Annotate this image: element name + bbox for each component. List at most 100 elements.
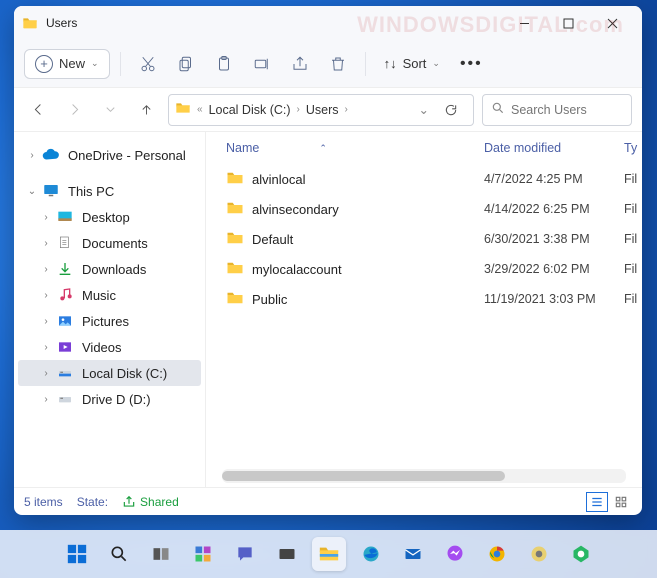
address-bar[interactable]: « Local Disk (C:) › Users › ⌄ bbox=[168, 94, 474, 126]
new-button-label: New bbox=[59, 56, 85, 71]
tree-item-desktop[interactable]: › Desktop bbox=[18, 204, 201, 230]
tree-item-downloads[interactable]: › Downloads bbox=[18, 256, 201, 282]
crumb-segment[interactable]: Local Disk (C:) bbox=[209, 103, 291, 117]
search-input[interactable] bbox=[511, 103, 623, 117]
nav-recent-button[interactable] bbox=[96, 96, 124, 124]
cut-button[interactable] bbox=[131, 47, 165, 81]
nav-up-button[interactable] bbox=[132, 96, 160, 124]
chevron-right-icon[interactable]: › bbox=[40, 212, 52, 223]
chevron-right-icon[interactable]: › bbox=[40, 264, 52, 275]
column-header-name[interactable]: Name ⌃ bbox=[226, 141, 484, 155]
widgets-button[interactable] bbox=[186, 537, 220, 571]
maximize-button[interactable] bbox=[546, 8, 590, 38]
horizontal-scrollbar[interactable] bbox=[222, 469, 626, 483]
row-name: Default bbox=[252, 232, 293, 247]
sort-button[interactable]: ↑↓ Sort ⌄ bbox=[376, 51, 448, 76]
row-date: 3/29/2022 6:02 PM bbox=[484, 262, 624, 276]
more-button[interactable]: ••• bbox=[452, 55, 491, 73]
tree-label: This PC bbox=[68, 184, 114, 199]
chevron-right-icon: › bbox=[345, 104, 348, 115]
app-icon[interactable] bbox=[270, 537, 304, 571]
tree-label: Local Disk (C:) bbox=[82, 366, 167, 381]
table-row[interactable]: Default 6/30/2021 3:38 PM Fil bbox=[206, 224, 642, 254]
desktop-icon bbox=[56, 208, 74, 226]
column-headers: Name ⌃ Date modified Ty bbox=[206, 132, 642, 164]
share-button[interactable] bbox=[283, 47, 317, 81]
chevron-right-icon[interactable]: › bbox=[40, 394, 52, 405]
chat-button[interactable] bbox=[228, 537, 262, 571]
monitor-icon bbox=[42, 182, 60, 200]
status-bar: 5 items State: Shared bbox=[14, 487, 642, 515]
app-icon[interactable] bbox=[522, 537, 556, 571]
navigation-pane: › OneDrive - Personal ⌄ This PC › Deskto… bbox=[14, 132, 206, 487]
copy-button[interactable] bbox=[169, 47, 203, 81]
minimize-button[interactable] bbox=[502, 8, 546, 38]
table-row[interactable]: alvinsecondary 4/14/2022 6:25 PM Fil bbox=[206, 194, 642, 224]
row-name: Public bbox=[252, 292, 287, 307]
icons-view-button[interactable] bbox=[610, 492, 632, 512]
separator bbox=[120, 52, 121, 76]
crumb-segment[interactable]: Users bbox=[306, 103, 339, 117]
tree-item-pictures[interactable]: › Pictures bbox=[18, 308, 201, 334]
tree-item-onedrive[interactable]: › OneDrive - Personal bbox=[18, 142, 201, 168]
chevron-right-icon[interactable]: › bbox=[40, 316, 52, 327]
toolbar: + New ⌄ ↑↓ Sort ⌄ ••• bbox=[14, 40, 642, 88]
chevron-right-icon[interactable]: › bbox=[40, 368, 52, 379]
details-view-button[interactable] bbox=[586, 492, 608, 512]
folder-icon bbox=[226, 199, 244, 220]
chevron-down-icon: ⌄ bbox=[432, 58, 440, 69]
refresh-button[interactable] bbox=[435, 103, 467, 117]
sort-label: Sort bbox=[403, 56, 427, 71]
delete-button[interactable] bbox=[321, 47, 355, 81]
chevron-right-icon[interactable]: › bbox=[40, 238, 52, 249]
start-button[interactable] bbox=[60, 537, 94, 571]
column-header-date[interactable]: Date modified bbox=[484, 141, 624, 155]
plus-icon: + bbox=[35, 55, 53, 73]
column-header-type[interactable]: Ty bbox=[624, 141, 642, 155]
chrome-button[interactable] bbox=[480, 537, 514, 571]
row-name: mylocalaccount bbox=[252, 262, 342, 277]
tree-item-music[interactable]: › Music bbox=[18, 282, 201, 308]
search-button[interactable] bbox=[102, 537, 136, 571]
tree-item-local-disk-c[interactable]: › Local Disk (C:) bbox=[18, 360, 201, 386]
new-button[interactable]: + New ⌄ bbox=[24, 49, 110, 79]
tree-item-thispc[interactable]: ⌄ This PC bbox=[18, 178, 201, 204]
file-explorer-window: Users + New ⌄ ↑↓ Sort ⌄ ••• bbox=[14, 6, 642, 515]
chevron-right-icon[interactable]: › bbox=[40, 342, 52, 353]
paste-button[interactable] bbox=[207, 47, 241, 81]
row-type: Fil bbox=[624, 202, 642, 216]
file-explorer-button[interactable] bbox=[312, 537, 346, 571]
table-row[interactable]: Public 11/19/2021 3:03 PM Fil bbox=[206, 284, 642, 314]
row-name: alvinlocal bbox=[252, 172, 305, 187]
chevron-down-icon[interactable]: ⌄ bbox=[26, 186, 38, 197]
search-box[interactable] bbox=[482, 94, 632, 126]
chevron-right-icon[interactable]: › bbox=[40, 290, 52, 301]
tree-item-videos[interactable]: › Videos bbox=[18, 334, 201, 360]
row-date: 4/7/2022 4:25 PM bbox=[484, 172, 624, 186]
nav-row: « Local Disk (C:) › Users › ⌄ bbox=[14, 88, 642, 132]
task-view-button[interactable] bbox=[144, 537, 178, 571]
table-row[interactable]: alvinlocal 4/7/2022 4:25 PM Fil bbox=[206, 164, 642, 194]
scrollbar-thumb[interactable] bbox=[222, 471, 505, 481]
tree-item-drive-d[interactable]: › Drive D (D:) bbox=[18, 386, 201, 412]
tree-label: OneDrive - Personal bbox=[68, 148, 186, 163]
folder-icon bbox=[226, 259, 244, 280]
rename-button[interactable] bbox=[245, 47, 279, 81]
close-button[interactable] bbox=[590, 8, 634, 38]
table-row[interactable]: mylocalaccount 3/29/2022 6:02 PM Fil bbox=[206, 254, 642, 284]
tree-label: Downloads bbox=[82, 262, 146, 277]
messenger-button[interactable] bbox=[438, 537, 472, 571]
app-icon[interactable] bbox=[564, 537, 598, 571]
nav-back-button[interactable] bbox=[24, 96, 52, 124]
folder-icon bbox=[226, 169, 244, 190]
tree-label: Pictures bbox=[82, 314, 129, 329]
edge-button[interactable] bbox=[354, 537, 388, 571]
chevron-down-icon[interactable]: ⌄ bbox=[419, 102, 429, 117]
row-type: Fil bbox=[624, 172, 642, 186]
tree-label: Drive D (D:) bbox=[82, 392, 151, 407]
chevron-right-icon[interactable]: › bbox=[26, 150, 38, 161]
tree-item-documents[interactable]: › Documents bbox=[18, 230, 201, 256]
mail-button[interactable] bbox=[396, 537, 430, 571]
nav-forward-button[interactable] bbox=[60, 96, 88, 124]
pictures-icon bbox=[56, 312, 74, 330]
